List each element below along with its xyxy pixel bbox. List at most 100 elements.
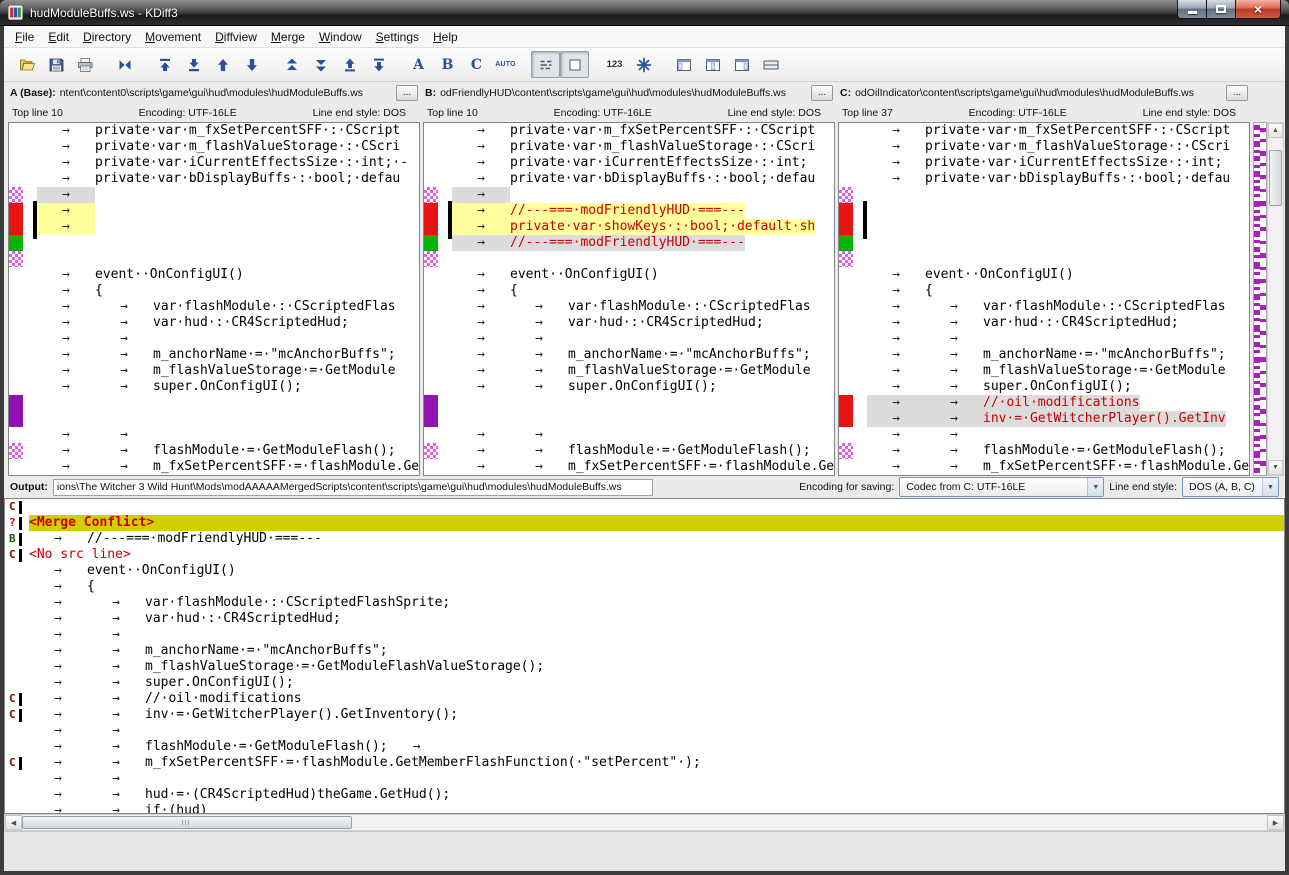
dropdown-arrow-icon[interactable]: ▼ (1262, 478, 1278, 496)
select-line-c-button[interactable]: C (462, 51, 491, 78)
tab-arrow: → (867, 299, 925, 315)
tab-arrow: → (811, 443, 834, 459)
merge-line-gutter: C (5, 691, 29, 707)
merge-output-line: →→m_anchorName·=·"mcAnchorBuffs"; (5, 643, 1284, 659)
pane-c-browse-button[interactable]: ... (1226, 85, 1248, 101)
go-first-delta-button[interactable] (150, 51, 179, 78)
diff-pane-b: B: odFriendlyHUD\content\scripts\game\gu… (423, 82, 835, 476)
pane-b-browse-button[interactable]: ... (811, 85, 833, 101)
merge-output-editor[interactable]: C?<Merge Conflict>B→//---===·modFriendly… (4, 498, 1285, 814)
go-prev-unsolved-conflict-button[interactable] (335, 51, 364, 78)
scroll-left-button[interactable]: ◀ (5, 815, 22, 830)
go-prev-delta-button[interactable] (208, 51, 237, 78)
overview-column: ▲ ▼ (1253, 82, 1285, 476)
title-bar[interactable]: hudModuleBuffs.ws - KDiff3 × (0, 0, 1289, 26)
go-last-delta-button[interactable] (179, 51, 208, 78)
show-window-a-button[interactable] (669, 51, 698, 78)
diff-margin-block-dot (839, 187, 853, 203)
minimize-button[interactable] (1177, 0, 1207, 19)
vertical-scroll-track[interactable] (1268, 138, 1283, 460)
merge-source-letter: C (5, 547, 19, 563)
pane-a-info-row: Top line 10 Encoding: UTF-16LE Line end … (8, 104, 420, 122)
tab-arrow: → (37, 123, 95, 139)
horizontal-scroll-thumb[interactable] (22, 816, 352, 829)
code-line: →private·var·bDisplayBuffs·:·bool;·defau (37, 171, 419, 187)
show-window-b-button[interactable] (698, 51, 727, 78)
tab-arrow: → (396, 443, 419, 459)
select-line-a-button[interactable]: A (404, 51, 433, 78)
menu-item-edit[interactable]: Edit (41, 27, 76, 47)
pane-a-code[interactable]: →private·var·m_fxSetPercentSFF·:·CScript… (37, 123, 419, 475)
pane-a-path[interactable]: ntent\content0\scripts\game\gui\hud\modu… (60, 87, 392, 99)
tab-arrow: → (29, 579, 87, 595)
show-whitespace-characters-button[interactable] (531, 51, 560, 78)
go-next-delta-button[interactable] (237, 51, 266, 78)
tab-arrow: → (87, 691, 145, 707)
reload-button[interactable] (110, 51, 139, 78)
show-line-numbers-button[interactable]: 123 (600, 51, 629, 78)
pane-b-code[interactable]: →private·var·m_fxSetPercentSFF·:·CScript… (452, 123, 834, 475)
code-line: → (37, 187, 419, 203)
open-button[interactable] (12, 51, 41, 78)
menu-item-merge[interactable]: Merge (264, 27, 312, 47)
scroll-right-button[interactable]: ▶ (1267, 815, 1284, 830)
go-next-conflict-button[interactable] (306, 51, 335, 78)
scroll-up-button[interactable]: ▲ (1268, 123, 1283, 138)
tab-arrow: → (452, 443, 510, 459)
tab-arrow: → (29, 659, 87, 675)
menu-item-help[interactable]: Help (426, 27, 465, 47)
code-line: →→var·hud·:·CR4ScriptedHud; (867, 315, 1249, 331)
maximize-button[interactable] (1207, 0, 1235, 19)
tab-arrow: → (95, 427, 153, 443)
tab-arrow: → (925, 315, 983, 331)
show-window-c-button[interactable] (727, 51, 756, 78)
diff-pane-c: C: odOilIndicator\content\scripts\game\g… (838, 82, 1250, 476)
print-button[interactable] (70, 51, 99, 78)
dropdown-arrow-icon[interactable]: ▼ (1087, 478, 1103, 496)
menu-item-settings[interactable]: Settings (369, 27, 426, 47)
tab-arrow: → (87, 771, 145, 787)
vertical-scrollbar[interactable]: ▲ ▼ (1267, 122, 1284, 476)
select-line-b-button[interactable]: B (433, 51, 462, 78)
merge-line-gutter: C (5, 707, 29, 723)
tab-arrow: → (37, 331, 95, 347)
diff-overview-map[interactable] (1253, 122, 1267, 476)
tab-arrow: → (510, 443, 568, 459)
scroll-down-button[interactable]: ▼ (1268, 460, 1283, 475)
menu-item-file[interactable]: File (8, 27, 41, 47)
tab-arrow: → (925, 443, 983, 459)
menu-item-diffview[interactable]: Diffview (208, 27, 264, 47)
save-button[interactable] (41, 51, 70, 78)
vertical-scroll-thumb[interactable] (1269, 150, 1282, 206)
pane-c-code[interactable]: →private·var·m_fxSetPercentSFF·:·CScript… (867, 123, 1249, 475)
auto-advance-button[interactable]: AUTO (491, 51, 520, 78)
word-wrap-button[interactable] (629, 51, 658, 78)
output-path-field[interactable]: ions\The Witcher 3 Wild Hunt\Mods\modAAA… (53, 479, 653, 496)
merge-output-line: →event··OnConfigUI() (5, 563, 1284, 579)
tab-arrow: → (95, 363, 153, 379)
code-line: →→super.OnConfigUI(); (452, 379, 834, 395)
show-whitespace-button[interactable] (560, 51, 589, 78)
pane-b-path[interactable]: odFriendlyHUD\content\scripts\game\gui\h… (440, 87, 807, 99)
overview-stripe (1260, 293, 1266, 296)
pane-c-path[interactable]: odOilIndicator\content\scripts\game\gui\… (855, 87, 1222, 99)
tab-arrow: → (95, 459, 153, 475)
horizontal-scroll-track[interactable] (22, 815, 1267, 830)
code-line (452, 251, 834, 267)
close-button[interactable]: × (1235, 0, 1281, 19)
tab-arrow: → (37, 379, 95, 395)
menu-item-directory[interactable]: Directory (76, 27, 138, 47)
menu-item-movement[interactable]: Movement (138, 27, 208, 47)
go-prev-conflict-button[interactable] (277, 51, 306, 78)
tab-arrow: → (925, 411, 983, 427)
encoding-combobox[interactable]: Codec from C: UTF-16LE ▼ (899, 477, 1104, 497)
line-end-combobox[interactable]: DOS (A, B, C) ▼ (1182, 477, 1279, 497)
minimize-icon (1188, 11, 1197, 14)
diff-margin-block-red (424, 203, 438, 235)
menu-item-window[interactable]: Window (312, 27, 369, 47)
horizontal-scrollbar[interactable]: ◀ ▶ (4, 814, 1285, 831)
pane-a-browse-button[interactable]: ... (396, 85, 418, 101)
split-orientation-button[interactable] (756, 51, 785, 78)
code-line: →private·var·m_flashValueStorage·:·CScri (37, 139, 419, 155)
go-next-unsolved-conflict-button[interactable] (364, 51, 393, 78)
